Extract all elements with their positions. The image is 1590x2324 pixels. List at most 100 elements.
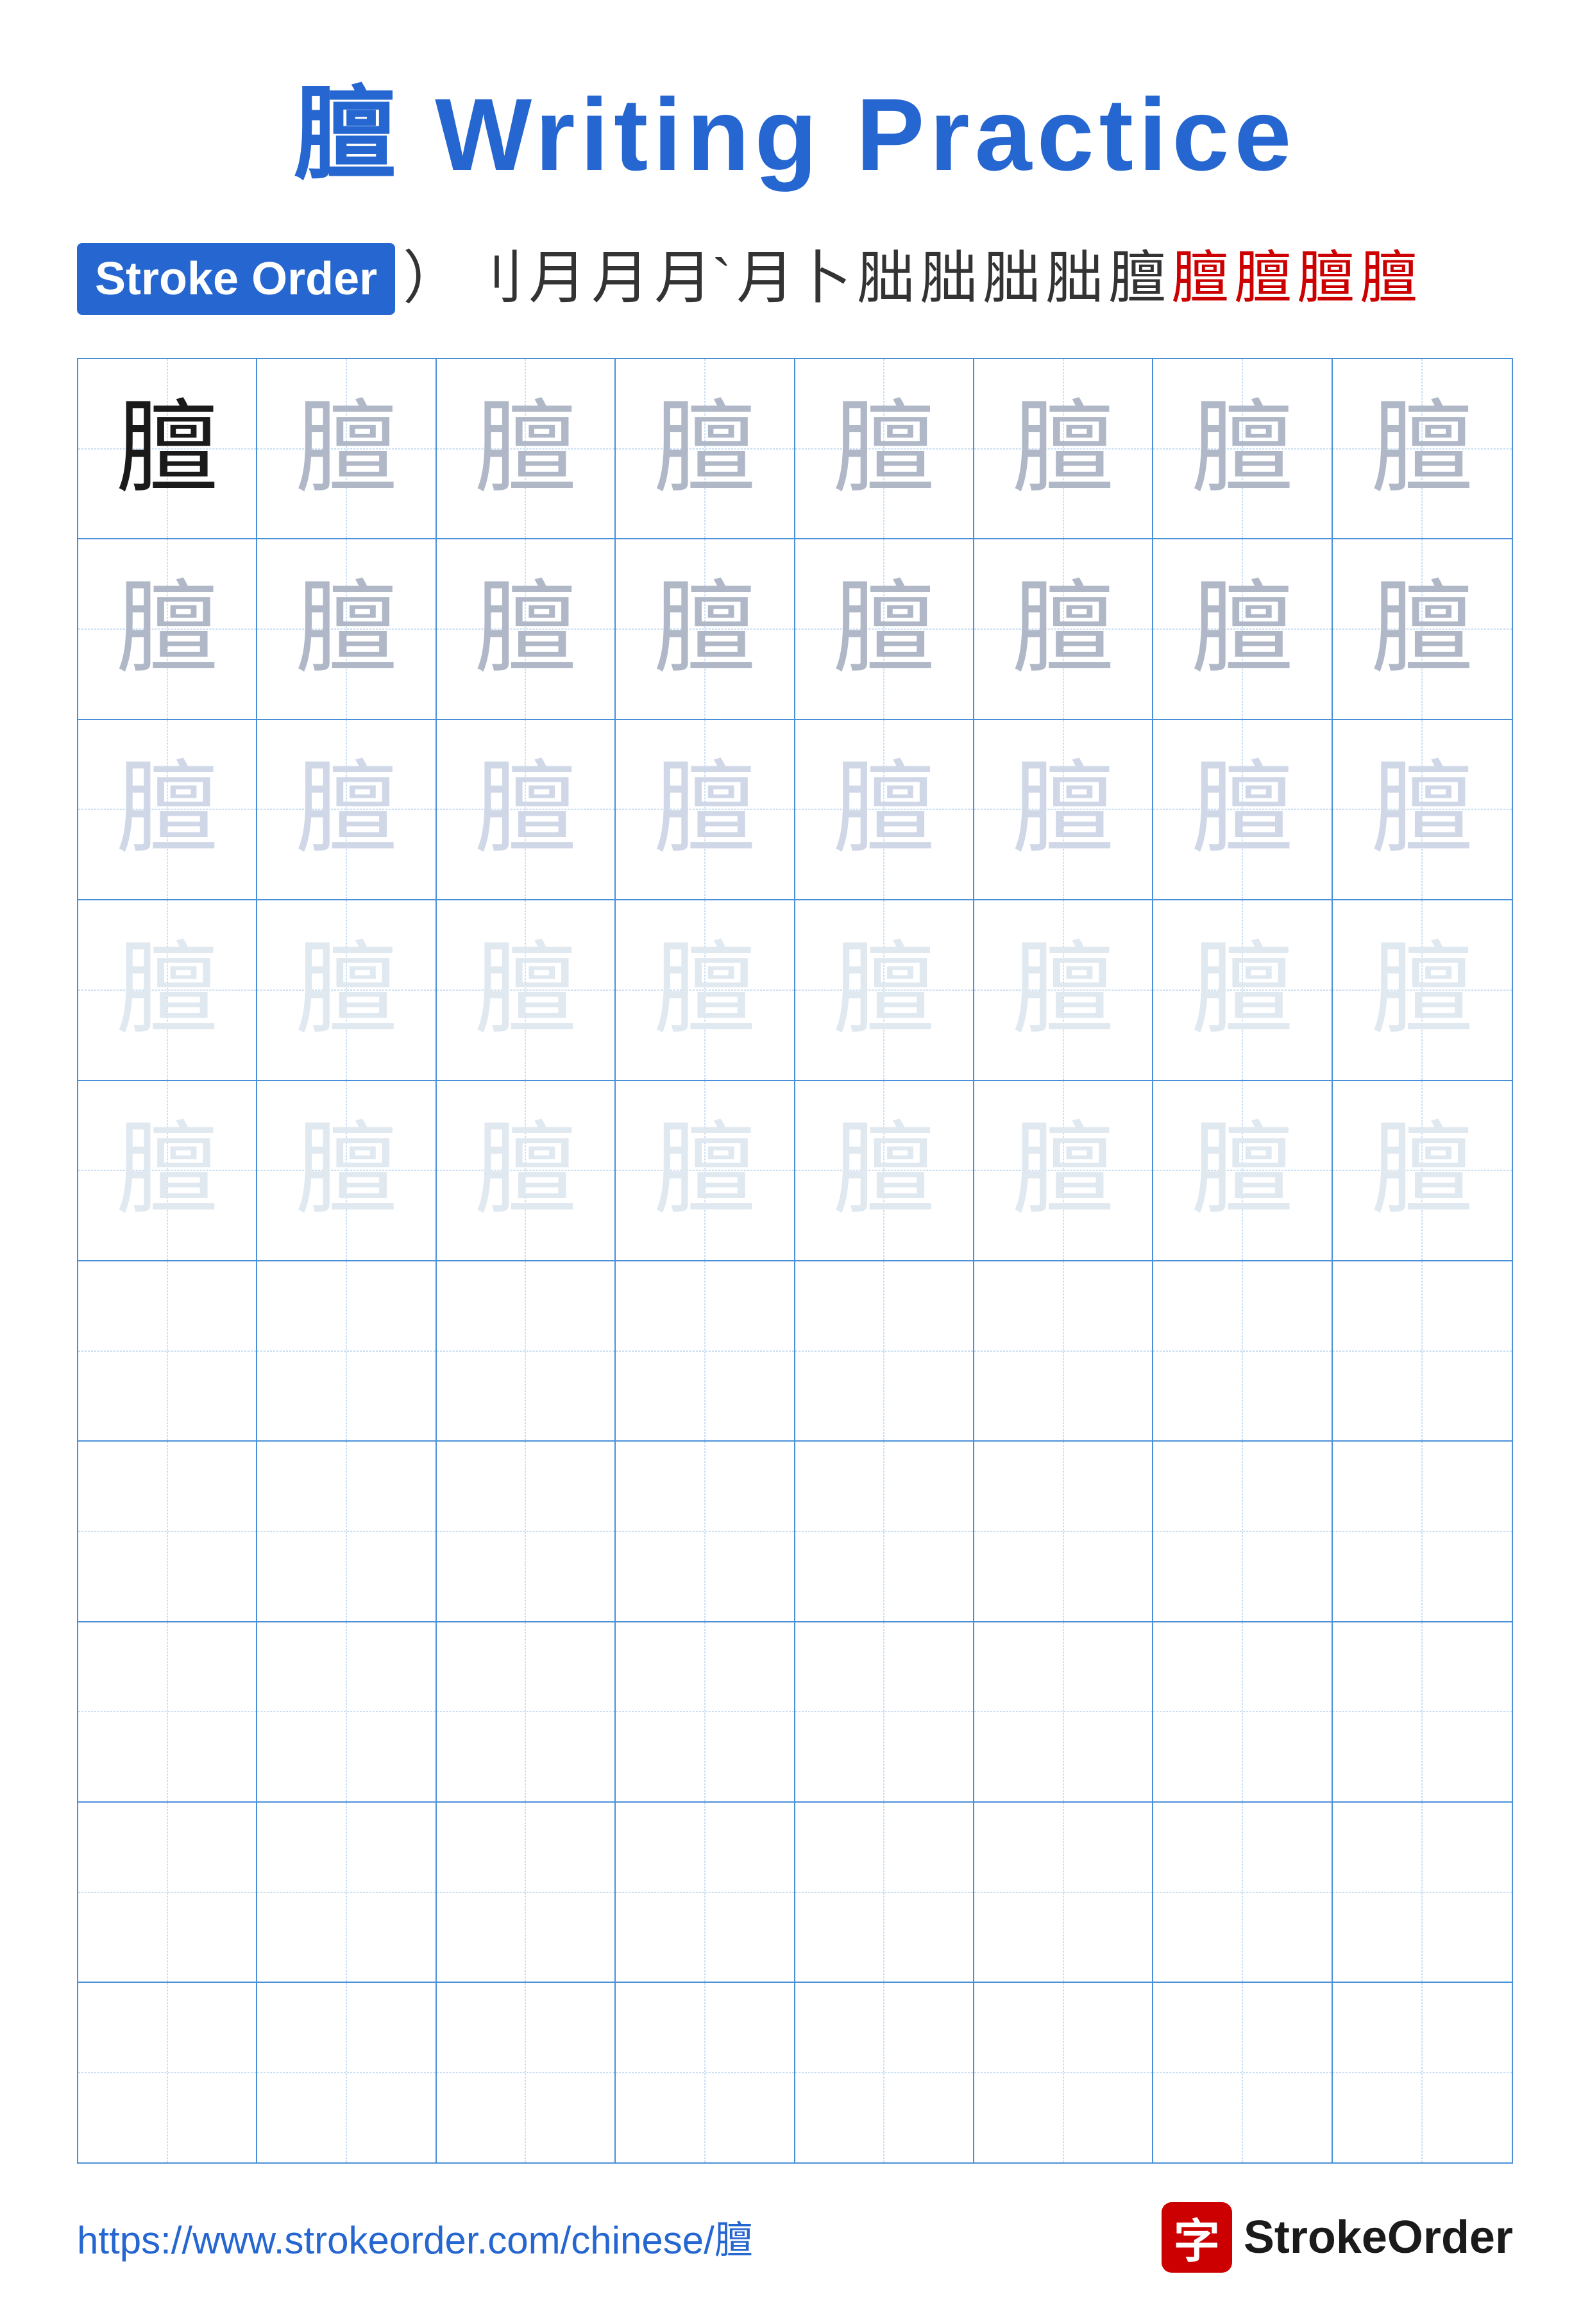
grid-cell-2-5[interactable]: 膻: [795, 539, 974, 718]
grid-cell-8-8[interactable]: [1333, 1622, 1512, 1801]
grid-cell-4-3[interactable]: 膻: [437, 900, 616, 1079]
grid-cell-1-2[interactable]: 膻: [257, 359, 436, 538]
grid-cell-10-2[interactable]: [257, 1983, 436, 2162]
grid-cell-7-1[interactable]: [78, 1442, 257, 1621]
grid-cell-7-4[interactable]: [616, 1442, 795, 1621]
grid-cell-6-2[interactable]: [257, 1261, 436, 1440]
grid-cell-9-1[interactable]: [78, 1803, 257, 1982]
grid-cell-3-2[interactable]: 膻: [257, 720, 436, 899]
grid-cell-10-1[interactable]: [78, 1983, 257, 2162]
grid-cell-3-6[interactable]: 膻: [974, 720, 1153, 899]
grid-cell-1-6[interactable]: 膻: [974, 359, 1153, 538]
grid-cell-3-8[interactable]: 膻: [1333, 720, 1512, 899]
grid-cell-4-7[interactable]: 膻: [1153, 900, 1332, 1079]
page: 膻 Writing Practice Stroke Order ） 刂 月 月 …: [0, 0, 1590, 2324]
grid-cell-4-5[interactable]: 膻: [795, 900, 974, 1079]
grid-cell-3-1[interactable]: 膻: [78, 720, 257, 899]
grid-cell-7-8[interactable]: [1333, 1442, 1512, 1621]
char-dark: 膻: [116, 398, 219, 500]
grid-cell-6-5[interactable]: [795, 1261, 974, 1440]
grid-cell-10-4[interactable]: [616, 1983, 795, 2162]
grid-cell-6-3[interactable]: [437, 1261, 616, 1440]
grid-cell-9-2[interactable]: [257, 1803, 436, 1982]
grid-cell-2-3[interactable]: 膻: [437, 539, 616, 718]
grid-cell-7-3[interactable]: [437, 1442, 616, 1621]
stroke-char-14: 膻: [1297, 239, 1355, 319]
grid-cell-10-5[interactable]: [795, 1983, 974, 2162]
grid-cell-4-1[interactable]: 膻: [78, 900, 257, 1079]
grid-cell-3-5[interactable]: 膻: [795, 720, 974, 899]
grid-cell-3-4[interactable]: 膻: [616, 720, 795, 899]
stroke-char-8: 胐: [920, 239, 977, 319]
grid-cell-2-8[interactable]: 膻: [1333, 539, 1512, 718]
grid-cell-2-4[interactable]: 膻: [616, 539, 795, 718]
grid-row-2: 膻 膻 膻 膻 膻 膻 膻 膻: [78, 539, 1512, 720]
grid-cell-3-7[interactable]: 膻: [1153, 720, 1332, 899]
char-medium: 膻: [1012, 398, 1115, 500]
grid-cell-5-1[interactable]: 膻: [78, 1081, 257, 1260]
grid-cell-5-5[interactable]: 膻: [795, 1081, 974, 1260]
grid-cell-9-3[interactable]: [437, 1803, 616, 1982]
char-light: 膻: [1191, 758, 1294, 861]
grid-cell-4-2[interactable]: 膻: [257, 900, 436, 1079]
char-medium: 膻: [654, 398, 756, 500]
grid-cell-3-3[interactable]: 膻: [437, 720, 616, 899]
grid-cell-5-7[interactable]: 膻: [1153, 1081, 1332, 1260]
char-vlight: 膻: [1371, 1119, 1473, 1222]
char-medium: 膻: [654, 578, 756, 680]
grid-cell-10-7[interactable]: [1153, 1983, 1332, 2162]
grid-cell-5-8[interactable]: 膻: [1333, 1081, 1512, 1260]
grid-cell-8-4[interactable]: [616, 1622, 795, 1801]
title-char: 膻: [294, 77, 402, 192]
grid-cell-10-6[interactable]: [974, 1983, 1153, 2162]
grid-cell-2-7[interactable]: 膻: [1153, 539, 1332, 718]
grid-cell-2-1[interactable]: 膻: [78, 539, 257, 718]
grid-cell-7-2[interactable]: [257, 1442, 436, 1621]
grid-cell-7-5[interactable]: [795, 1442, 974, 1621]
grid-cell-8-2[interactable]: [257, 1622, 436, 1801]
grid-cell-6-4[interactable]: [616, 1261, 795, 1440]
grid-cell-1-3[interactable]: 膻: [437, 359, 616, 538]
grid-cell-9-5[interactable]: [795, 1803, 974, 1982]
grid-cell-10-8[interactable]: [1333, 1983, 1512, 2162]
grid-cell-2-2[interactable]: 膻: [257, 539, 436, 718]
char-vlight: 膻: [654, 1119, 756, 1222]
grid-cell-1-4[interactable]: 膻: [616, 359, 795, 538]
logo-text: StrokeOrder: [1244, 2211, 1513, 2264]
stroke-char-9: 胐: [983, 239, 1040, 319]
grid-cell-2-6[interactable]: 膻: [974, 539, 1153, 718]
grid-cell-5-2[interactable]: 膻: [257, 1081, 436, 1260]
stroke-char-3: 月: [529, 239, 586, 319]
grid-cell-6-7[interactable]: [1153, 1261, 1332, 1440]
grid-cell-1-8[interactable]: 膻: [1333, 359, 1512, 538]
grid-cell-9-7[interactable]: [1153, 1803, 1332, 1982]
grid-cell-5-3[interactable]: 膻: [437, 1081, 616, 1260]
grid-cell-5-6[interactable]: 膻: [974, 1081, 1153, 1260]
grid-cell-1-7[interactable]: 膻: [1153, 359, 1332, 538]
char-vlight: 膻: [1012, 939, 1115, 1041]
grid-cell-9-6[interactable]: [974, 1803, 1153, 1982]
grid-cell-5-4[interactable]: 膻: [616, 1081, 795, 1260]
grid-cell-8-6[interactable]: [974, 1622, 1153, 1801]
grid-cell-9-4[interactable]: [616, 1803, 795, 1982]
grid-cell-4-8[interactable]: 膻: [1333, 900, 1512, 1079]
grid-cell-1-5[interactable]: 膻: [795, 359, 974, 538]
grid-cell-9-8[interactable]: [1333, 1803, 1512, 1982]
grid-cell-7-6[interactable]: [974, 1442, 1153, 1621]
char-light: 膻: [474, 758, 577, 861]
char-vlight: 膻: [295, 939, 398, 1041]
grid-cell-8-7[interactable]: [1153, 1622, 1332, 1801]
grid-cell-4-6[interactable]: 膻: [974, 900, 1153, 1079]
char-medium: 膻: [1012, 578, 1115, 680]
grid-cell-10-3[interactable]: [437, 1983, 616, 2162]
grid-cell-1-1[interactable]: 膻: [78, 359, 257, 538]
grid-cell-8-5[interactable]: [795, 1622, 974, 1801]
grid-cell-7-7[interactable]: [1153, 1442, 1332, 1621]
grid-cell-6-6[interactable]: [974, 1261, 1153, 1440]
grid-cell-8-1[interactable]: [78, 1622, 257, 1801]
grid-cell-6-1[interactable]: [78, 1261, 257, 1440]
grid-cell-4-4[interactable]: 膻: [616, 900, 795, 1079]
grid-cell-6-8[interactable]: [1333, 1261, 1512, 1440]
grid-cell-8-3[interactable]: [437, 1622, 616, 1801]
footer-url[interactable]: https://www.strokeorder.com/chinese/膻: [77, 2209, 753, 2265]
